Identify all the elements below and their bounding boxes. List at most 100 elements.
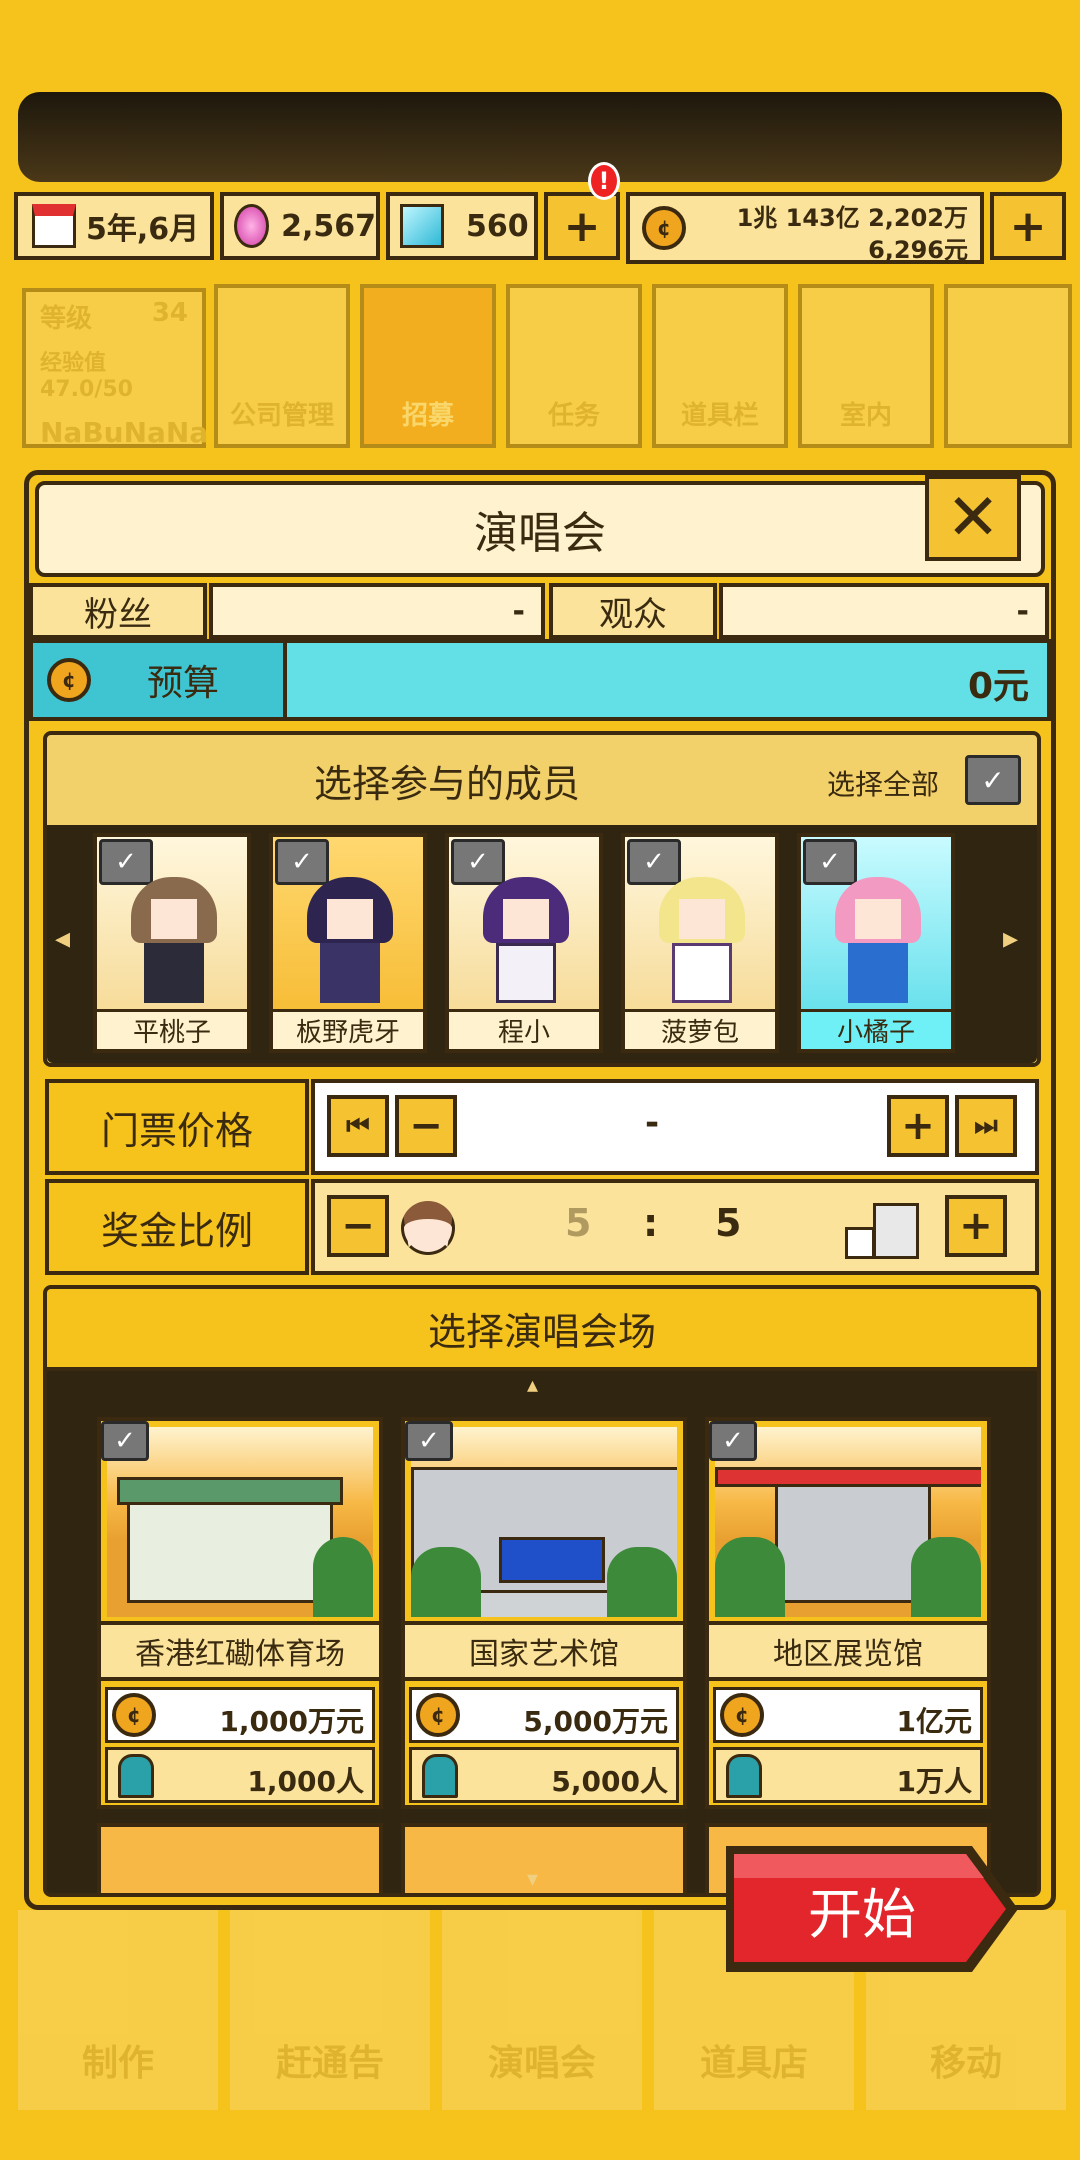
- bonus-decrease-button[interactable]: −: [327, 1195, 389, 1257]
- check-icon: ✓: [981, 763, 1005, 797]
- venue-card[interactable]: ✓ 地区展览馆 ¢ 1亿元 1万人: [705, 1417, 991, 1809]
- bonus-separator: :: [643, 1201, 659, 1245]
- venue-title: 选择演唱会场: [47, 1289, 1037, 1371]
- bonus-label: 奖金比例: [45, 1179, 309, 1275]
- coin-icon: ¢: [416, 1693, 460, 1737]
- venue-name: 国家艺术馆: [405, 1621, 683, 1681]
- venue-cost-row: ¢ 1,000万元: [105, 1687, 375, 1743]
- budget-label: 预算: [147, 663, 220, 704]
- select-all-label: 选择全部: [827, 768, 940, 801]
- venue-card[interactable]: ✓ 香港红磡体育场 ¢ 1,000万元 1,000人: [97, 1417, 383, 1809]
- level-label: 等级: [40, 304, 93, 334]
- nav-company[interactable]: 公司管理: [214, 284, 350, 448]
- money-line-1: 1兆 143亿 2,202万: [736, 204, 968, 232]
- bonus-left-value: 5: [565, 1201, 592, 1245]
- member-portrait-icon: [131, 877, 217, 1007]
- top-banner: [18, 92, 1062, 182]
- nav-tasks[interactable]: 任务: [506, 284, 642, 448]
- member-portrait-icon: [659, 877, 745, 1007]
- venue-capacity-row: 1万人: [713, 1747, 983, 1803]
- members-title: 选择参与的成员: [313, 761, 580, 806]
- bottom-nav-concert[interactable]: 演唱会: [442, 1910, 642, 2110]
- member-card[interactable]: ✓ 板野虎牙: [269, 833, 427, 1053]
- venue-cost: 1,000万元: [219, 1705, 364, 1738]
- member-name: 菠萝包: [625, 1009, 775, 1049]
- main-nav: 公司管理 招募 任务 道具栏 室内: [214, 284, 1076, 450]
- member-portrait-icon: [307, 877, 393, 1007]
- member-face-icon: [401, 1201, 455, 1255]
- nav-recruit[interactable]: 招募: [360, 284, 496, 448]
- nav-inventory[interactable]: 道具栏: [652, 284, 788, 448]
- bonus-row: 奖金比例 − 5 : 5 +: [45, 1179, 1039, 1275]
- player-name: NaBuNaNa: [40, 416, 209, 449]
- carousel-right-arrow[interactable]: ▸: [1003, 921, 1018, 956]
- venue-cost-row: ¢ 5,000万元: [409, 1687, 679, 1743]
- scroll-up-arrow[interactable]: ▴: [527, 1373, 538, 1398]
- add-gems-button[interactable]: +: [544, 192, 620, 260]
- level-value: 34: [151, 298, 188, 328]
- nav-mail[interactable]: [944, 284, 1072, 448]
- person-icon: [422, 1754, 458, 1798]
- venue-name: 香港红磡体育场: [101, 1621, 379, 1681]
- ticket-value: -: [645, 1103, 660, 1143]
- carousel-left-arrow[interactable]: ◂: [55, 921, 70, 956]
- budget-row: ¢ 预算 0元: [29, 639, 1051, 721]
- ticket-max-button[interactable]: ⏭: [955, 1095, 1017, 1157]
- venue-card[interactable]: ✓ 国家艺术馆 ¢ 5,000万元 5,000人: [401, 1417, 687, 1809]
- bonus-control: − 5 : 5 +: [311, 1179, 1039, 1275]
- pink-gem-panel: 2,567: [220, 192, 380, 260]
- venue-checkbox[interactable]: ✓: [709, 1421, 757, 1461]
- alert-badge: !: [588, 162, 620, 200]
- start-label: 开始: [808, 1882, 916, 1946]
- bonus-increase-button[interactable]: +: [945, 1195, 1007, 1257]
- venue-capacity: 1万人: [896, 1765, 972, 1798]
- member-portrait-icon: [483, 877, 569, 1007]
- close-icon: ✕: [946, 481, 1000, 555]
- ticket-min-button[interactable]: ⏮: [327, 1095, 389, 1157]
- blue-gem-icon: [400, 204, 444, 248]
- coin-icon: ¢: [720, 1693, 764, 1737]
- venue-cost: 1亿元: [896, 1705, 972, 1738]
- pink-gem-icon: [234, 204, 270, 248]
- bottom-nav-gigs[interactable]: 赶通告: [230, 1910, 430, 2110]
- venue-capacity-row: 5,000人: [409, 1747, 679, 1803]
- select-all-checkbox[interactable]: ✓: [965, 755, 1021, 805]
- close-button[interactable]: ✕: [925, 475, 1021, 561]
- ticket-row: 门票价格 ⏮ − - + ⏭: [45, 1079, 1039, 1175]
- ticket-control: ⏮ − - + ⏭: [311, 1079, 1039, 1175]
- venue-checkbox[interactable]: ✓: [101, 1421, 149, 1461]
- money-line-2: 6,296元: [868, 236, 968, 264]
- person-icon: [118, 1754, 154, 1798]
- venue-capacity: 1,000人: [247, 1765, 364, 1798]
- nav-interior[interactable]: 室内: [798, 284, 934, 448]
- start-button[interactable]: 开始: [722, 1842, 1022, 1976]
- member-name: 程小: [449, 1009, 599, 1049]
- members-section: 选择参与的成员 选择全部 ✓ ◂ ▸ ✓ 平桃子 ✓ 板野虎牙 ✓ 程小 ✓ 菠…: [43, 731, 1041, 1067]
- ticket-decrease-button[interactable]: −: [395, 1095, 457, 1157]
- date-panel: 5年,6月: [14, 192, 214, 260]
- exp-text: 经验值 47.0/50: [40, 351, 133, 402]
- ticket-label: 门票价格: [45, 1079, 309, 1175]
- budget-coin-icon: ¢: [47, 658, 91, 702]
- venue-cost-row: ¢ 1亿元: [713, 1687, 983, 1743]
- player-panel: 等级 34 经验值 47.0/50 NaBuNaNa: [22, 288, 208, 449]
- scroll-down-arrow[interactable]: ▾: [527, 1867, 538, 1892]
- member-card[interactable]: ✓ 程小: [445, 833, 603, 1053]
- fans-label: 粉丝: [29, 583, 207, 639]
- venue-checkbox[interactable]: ✓: [405, 1421, 453, 1461]
- company-building-icon: [845, 1199, 921, 1259]
- blue-gem-panel: 560: [386, 192, 538, 260]
- ticket-increase-button[interactable]: +: [887, 1095, 949, 1157]
- concert-dialog: 演唱会 ✕ 粉丝 - 观众 - ¢ 预算 0元 选择参与的成员 选择全部 ✓ ◂…: [24, 470, 1056, 1910]
- member-card[interactable]: ✓ 小橘子: [797, 833, 955, 1053]
- bottom-nav-produce[interactable]: 制作: [18, 1910, 218, 2110]
- member-card[interactable]: ✓ 菠萝包: [621, 833, 779, 1053]
- add-money-button[interactable]: +: [990, 192, 1066, 260]
- venue-card-partial[interactable]: [97, 1823, 383, 1893]
- member-card[interactable]: ✓ 平桃子: [93, 833, 251, 1053]
- member-name: 小橘子: [801, 1009, 951, 1049]
- dialog-title: 演唱会: [35, 481, 1045, 577]
- money-panel: ¢ 1兆 143亿 2,202万 6,296元: [626, 192, 984, 264]
- date-text: 5年,6月: [86, 212, 200, 247]
- venue-card-partial[interactable]: [401, 1823, 687, 1893]
